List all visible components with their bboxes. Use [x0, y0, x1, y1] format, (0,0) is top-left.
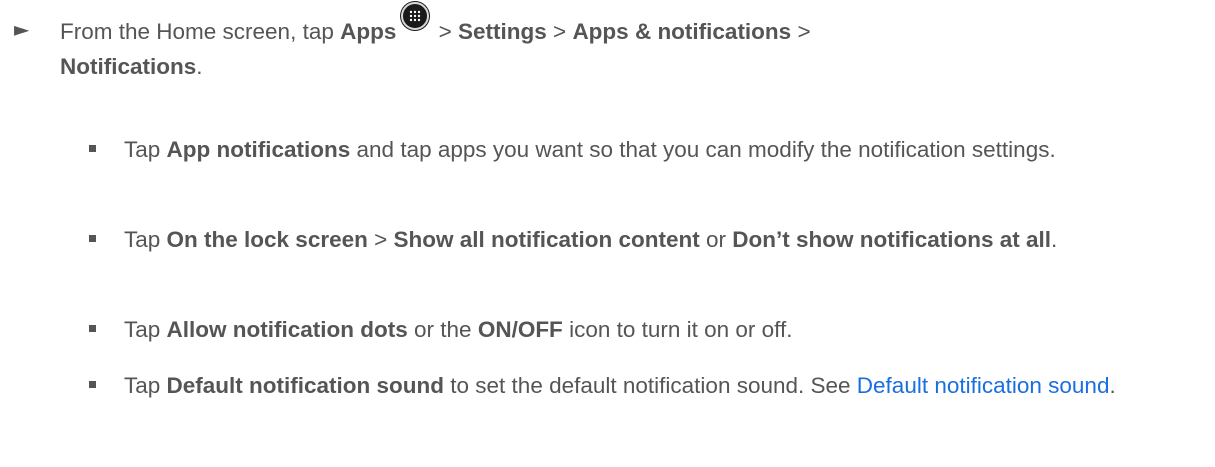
settings-label: Settings: [458, 19, 547, 44]
apps-label: Apps: [340, 19, 397, 44]
tap-text: Tap: [124, 227, 167, 252]
bullet-text: and tap apps you want so that you can mo…: [350, 137, 1056, 162]
on-off-label: ON/OFF: [477, 317, 563, 342]
notifications-label: Notifications: [60, 54, 197, 79]
square-bullet-icon: [89, 325, 96, 332]
separator: >: [367, 227, 394, 252]
allow-dots-label: Allow notification dots: [166, 317, 408, 342]
tap-text: Tap: [124, 137, 167, 162]
default-sound-label: Default notification sound: [166, 373, 445, 398]
from-text: From the Home screen, tap: [60, 19, 341, 44]
separator: >: [546, 19, 573, 44]
or-text: or the: [407, 317, 478, 342]
bullet-text: to set the default notification sound. S…: [444, 373, 857, 398]
tap-text: Tap: [124, 317, 167, 342]
dont-show-label: Don’t show notifications at all: [732, 227, 1052, 252]
bullet-text: icon to turn it on or off.: [562, 317, 793, 342]
square-bullet-icon: [89, 381, 96, 388]
apps-grid-icon: [401, 2, 430, 30]
separator: >: [791, 19, 811, 44]
or-text: or: [699, 227, 733, 252]
period: .: [1051, 227, 1058, 252]
period: .: [1109, 373, 1116, 398]
square-bullet-icon: [89, 145, 96, 152]
app-notifications-label: App notifications: [166, 137, 351, 162]
period: .: [196, 54, 203, 79]
main-step-text: From the Home screen, tap Apps > Setting…: [60, 2, 1190, 84]
tap-text: Tap: [124, 373, 167, 398]
show-all-content-label: Show all notification content: [393, 227, 700, 252]
default-notification-sound-link[interactable]: Default notification sound: [857, 373, 1110, 398]
on-lock-screen-label: On the lock screen: [166, 227, 368, 252]
square-bullet-icon: [89, 235, 96, 242]
apps-notifications-label: Apps & notifications: [572, 19, 792, 44]
separator: >: [432, 19, 459, 44]
arrow-bullet-icon: ►: [14, 17, 30, 41]
